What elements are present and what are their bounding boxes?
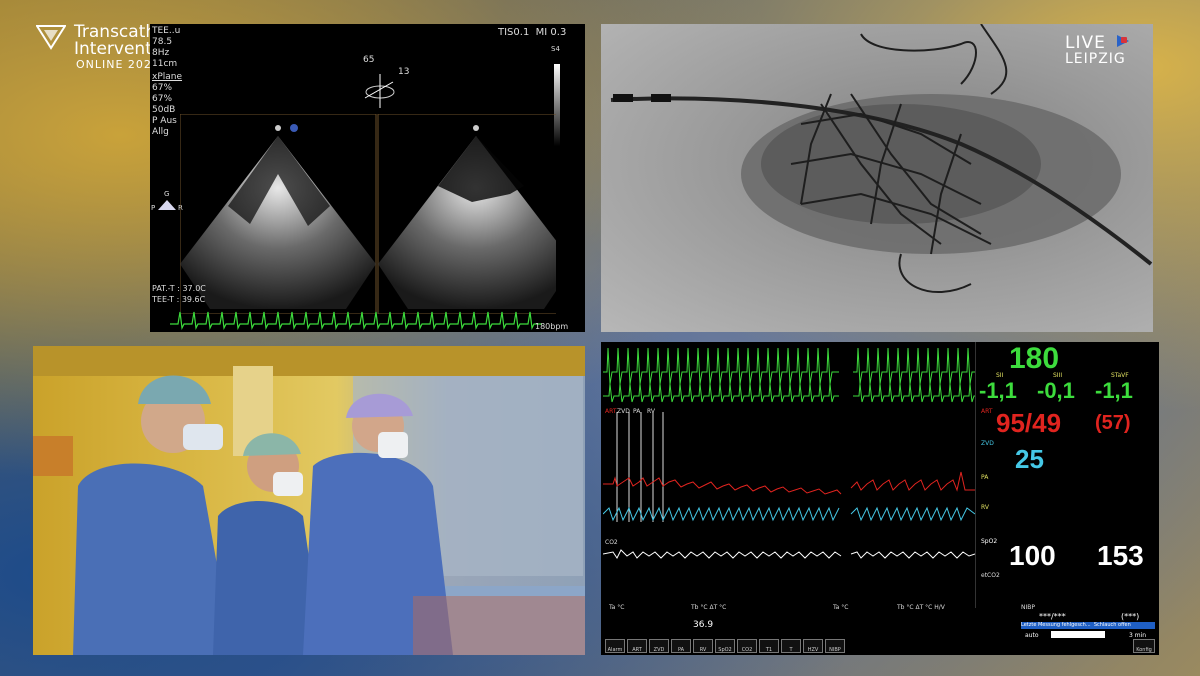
echo-sector-images bbox=[180, 114, 556, 314]
monitor-button-rv[interactable]: RV bbox=[693, 639, 713, 653]
xplane-angle-icon bbox=[364, 74, 395, 108]
triangle-logo-icon bbox=[36, 25, 66, 50]
st-label-3: STaVF bbox=[1111, 372, 1129, 379]
st-label-2: SIII bbox=[1053, 372, 1063, 379]
blood-pressure-mean: (57) bbox=[1095, 412, 1131, 434]
monitor-button-hzv[interactable]: HZV bbox=[803, 639, 823, 653]
flag-stripe-icon bbox=[1121, 37, 1127, 43]
nibp-label: NIBP bbox=[1021, 604, 1035, 611]
nibp-status-bar: Letzte Messung fehlgesch... Schlauch off… bbox=[1021, 622, 1155, 629]
st-label-1: SII bbox=[996, 372, 1004, 379]
operating-room-scene bbox=[33, 346, 585, 655]
ecg-traces bbox=[603, 347, 975, 403]
echo-params: xPlane 67% 67% 50dB P Aus Allg bbox=[152, 72, 183, 137]
numerics-divider bbox=[975, 342, 976, 608]
rv-label: RV bbox=[981, 504, 989, 511]
logo-line-3: ONLINE 2022 bbox=[76, 58, 160, 71]
fluoroscopy-panel bbox=[601, 24, 1153, 332]
nibp-auto-label: auto bbox=[1025, 632, 1039, 639]
monitor-button-config[interactable]: Konfig bbox=[1133, 639, 1155, 653]
blood-pressure-value: 95/49 bbox=[996, 408, 1062, 438]
monitor-button-t1[interactable]: T1 bbox=[759, 639, 779, 653]
st-value-2: -0,1 bbox=[1037, 378, 1075, 403]
nibp-interval: 3 min bbox=[1129, 632, 1147, 639]
monitor-button-art[interactable]: ART bbox=[627, 639, 647, 653]
monitor-button-pa[interactable]: PA bbox=[671, 639, 691, 653]
co2-wave-label: CO2 bbox=[605, 539, 618, 546]
echo-scale-label: S4 bbox=[551, 45, 560, 53]
st-value-1: -1,1 bbox=[979, 378, 1017, 403]
operating-room-camera bbox=[33, 346, 585, 655]
echo-temperatures: PAT.-T : 37.0C TEE-T : 39.6C bbox=[152, 284, 206, 304]
patient-monitor: ART ZVD PA RV CO2 180 -1,1 -0,1 -1,1 SII… bbox=[601, 342, 1159, 655]
zvd-value: 25 bbox=[1015, 444, 1044, 474]
temp-label-b: Tb °C ΔT °C bbox=[691, 604, 727, 611]
temp-label-d: Tb °C ΔT °C H/V bbox=[897, 604, 945, 611]
live-location: LEIPZIG bbox=[1065, 51, 1126, 67]
monitor-button-co2[interactable]: CO2 bbox=[737, 639, 757, 653]
nibp-value: ***/*** bbox=[1039, 612, 1066, 621]
zvd-label: ZVD bbox=[981, 440, 994, 447]
echo-ecg-trace bbox=[170, 311, 542, 330]
pa-label: PA bbox=[981, 474, 989, 481]
nibp-progress bbox=[1051, 631, 1105, 638]
monitor-button-t[interactable]: T bbox=[781, 639, 801, 653]
echo-probe-info: TEE..u 78.5 8Hz 11cm bbox=[152, 26, 181, 69]
heart-rate-value: 180 bbox=[1009, 342, 1060, 375]
live-badge: LIVE LEIPZIG bbox=[1065, 33, 1129, 67]
st-value-3: -1,1 bbox=[1095, 378, 1133, 403]
echo-heart-rate: 180bpm bbox=[535, 322, 569, 331]
spo2-label: SpO2 bbox=[981, 538, 998, 545]
orientation-marker-icon bbox=[158, 200, 176, 210]
etco2-label: etCO2 bbox=[981, 572, 1000, 579]
temp-label-a: Ta °C bbox=[609, 604, 625, 611]
monitor-button-spo2[interactable]: SpO2 bbox=[715, 639, 735, 653]
art-label: ART bbox=[981, 408, 993, 415]
temp-label-c: Ta °C bbox=[833, 604, 849, 611]
monitor-button-alarm[interactable]: Alarm ... bbox=[605, 639, 625, 653]
orientation-p: P bbox=[151, 204, 156, 212]
fluoroscopy-image bbox=[610, 24, 1153, 293]
monitor-button-zvd[interactable]: ZVD bbox=[649, 639, 669, 653]
spo2-value: 100 bbox=[1009, 540, 1056, 571]
nibp-mean: (***) bbox=[1121, 612, 1140, 621]
pressure-traces bbox=[603, 412, 975, 559]
pulse-value: 153 bbox=[1097, 540, 1144, 571]
echo-tis-mi: TIS0.1 MI 0.3 bbox=[498, 27, 567, 38]
monitor-button-nibp[interactable]: NIBP bbox=[825, 639, 845, 653]
temperature-value: 36.9 bbox=[693, 620, 714, 630]
echo-panel: TEE..u 78.5 8Hz 11cm xPlane 67% 67% 50dB… bbox=[150, 24, 585, 332]
